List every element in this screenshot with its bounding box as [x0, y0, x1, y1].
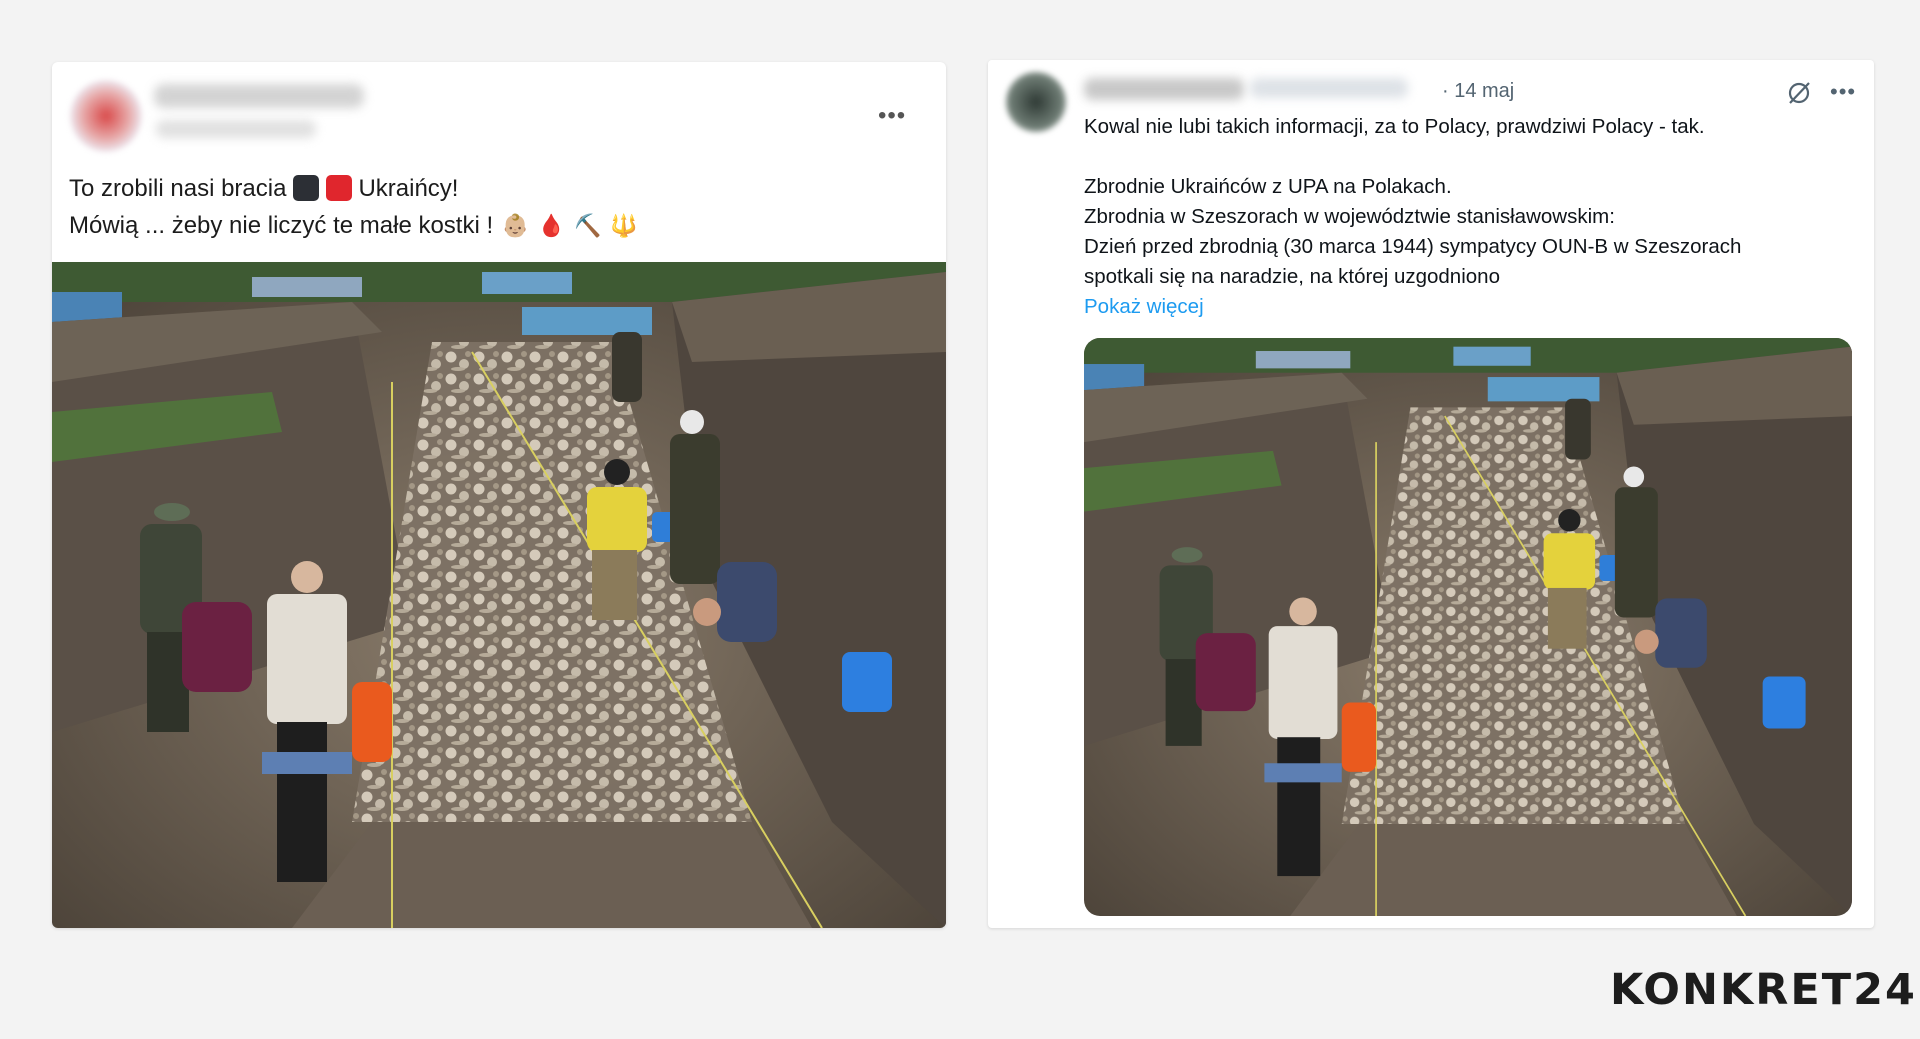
tweet-card: · 14 maj ••• Kowal nie lubi takich infor… — [988, 60, 1874, 928]
tweet-line: Kowal nie lubi takich informacji, za to … — [1084, 115, 1705, 138]
tweet-line: Dzień przed zbrodnią (30 marca 1944) sym… — [1084, 235, 1742, 258]
avatar[interactable] — [70, 80, 142, 152]
brand-logo: KONKRET24 — [1610, 965, 1917, 1015]
blood-drop-emoji: 🩸 — [537, 213, 566, 238]
black-square-emoji — [293, 175, 320, 201]
post-text: To zrobili nasi bracia Ukraińcy! Mówią .… — [69, 170, 929, 244]
post-header: ••• — [52, 62, 946, 162]
facebook-post-card: ••• To zrobili nasi bracia Ukraińcy! Mów… — [52, 62, 946, 928]
author-name-blurred[interactable] — [1084, 78, 1244, 100]
more-options-button[interactable]: ••• — [878, 104, 906, 128]
excavation-photo-icon — [52, 262, 946, 928]
tweet-line: Zbrodnie Ukraińców z UPA na Polakach. — [1084, 175, 1452, 198]
post-text-line1: To zrobili nasi bracia Ukraińcy! — [69, 170, 929, 207]
post-text-part: Ukraińcy! — [358, 175, 459, 202]
tweet-date[interactable]: · 14 maj — [1442, 80, 1514, 103]
author-handle-blurred[interactable] — [1250, 78, 1408, 98]
excavation-photo-icon — [1084, 338, 1852, 916]
grok-icon[interactable] — [1786, 80, 1812, 106]
post-text-part: Mówią ... żeby nie liczyć te małe kostki… — [69, 212, 494, 239]
pick-emoji: ⛏️ — [573, 213, 602, 238]
post-photo[interactable] — [52, 262, 946, 928]
tweet-photo[interactable] — [1084, 338, 1852, 916]
red-square-emoji — [325, 175, 352, 201]
tweet-line: Zbrodnia w Szeszorach w województwie sta… — [1084, 205, 1615, 228]
post-text-part: To zrobili nasi bracia — [69, 175, 287, 202]
tweet-text: Kowal nie lubi takich informacji, za to … — [1084, 112, 1844, 322]
avatar[interactable] — [1006, 72, 1066, 132]
baby-emoji: 👶🏼 — [501, 213, 530, 238]
author-name-blurred[interactable] — [154, 84, 364, 108]
show-more-link[interactable]: Pokaż więcej — [1084, 292, 1844, 322]
more-options-button[interactable]: ••• — [1830, 81, 1856, 103]
trident-emoji: 🔱 — [610, 213, 638, 238]
tweet-line: spotkali się na naradzie, na której uzgo… — [1084, 265, 1500, 288]
post-text-line2: Mówią ... żeby nie liczyć te małe kostki… — [69, 207, 929, 244]
post-meta-blurred — [156, 120, 316, 138]
